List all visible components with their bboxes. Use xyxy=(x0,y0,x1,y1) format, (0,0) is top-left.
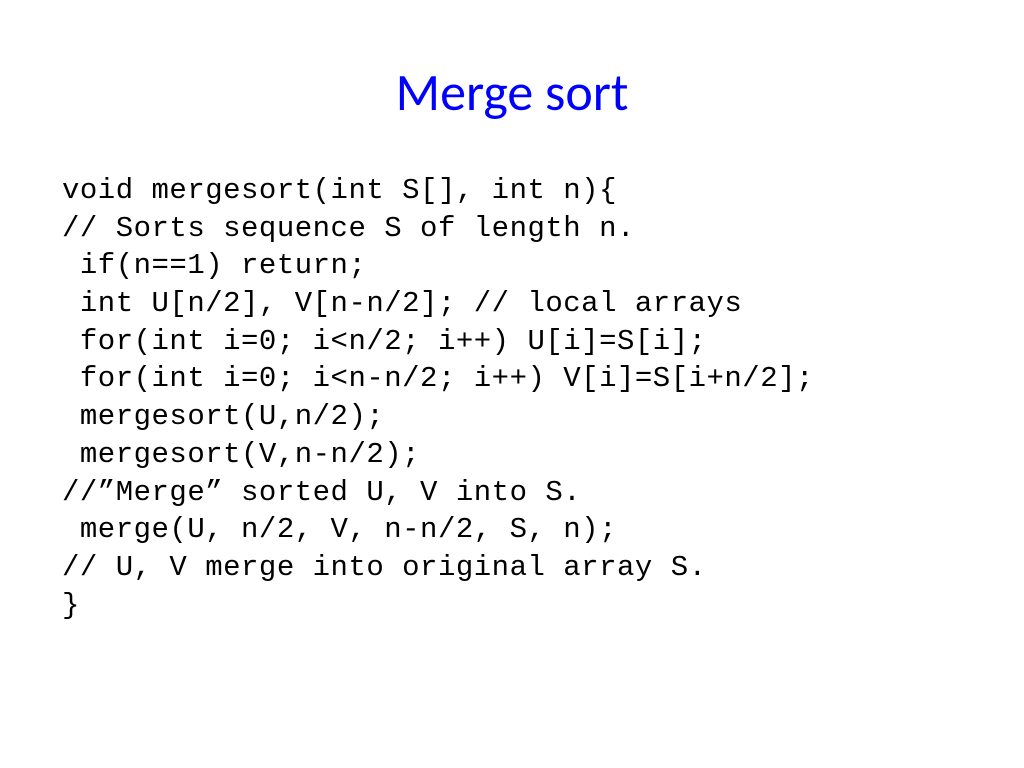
slide-title: Merge sort xyxy=(0,60,1024,124)
code-block: void mergesort(int S[], int n){ // Sorts… xyxy=(0,172,1024,624)
slide-container: Merge sort void mergesort(int S[], int n… xyxy=(0,0,1024,768)
